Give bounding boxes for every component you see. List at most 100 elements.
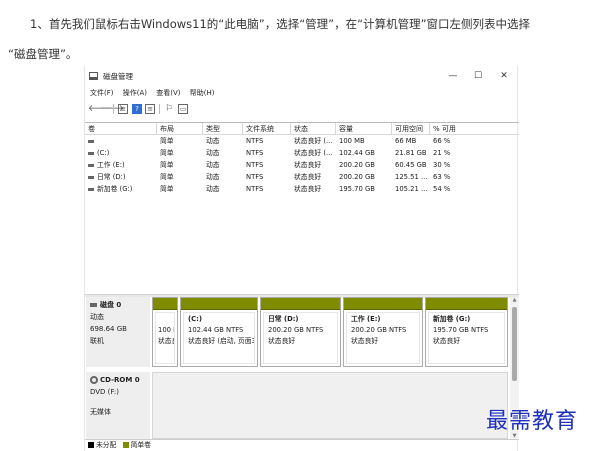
menu-help[interactable]: 帮助(H) — [190, 87, 215, 100]
maximize-button[interactable]: ☐ — [470, 69, 486, 83]
partition-e[interactable]: 工作 (E:) 200.20 GB NTFS 状态良好 — [343, 297, 423, 367]
cell-filesystem: NTFS — [246, 149, 264, 157]
cdrom-0-empty-area[interactable] — [152, 372, 508, 439]
cell-volume-wrap: 日常 (D:) — [85, 171, 157, 183]
disk-0-size: 698.64 GB — [90, 325, 127, 333]
cell-layout: 简单 — [160, 161, 174, 169]
cell-status: 状态良好 (... — [294, 137, 333, 145]
disk-management-window: 磁盘管理 — ☐ ✕ 文件(F) 操作(A) 查看(V) 帮助(H) 🡐 🡒 ≡… — [84, 66, 519, 451]
menu-file[interactable]: 文件(F) — [90, 87, 114, 100]
simple-volume-bar — [261, 298, 340, 310]
table-row[interactable]: 日常 (D:) 简单 动态 NTFS 状态良好 200.20 GB 125.51 ... 63… — [85, 171, 519, 183]
col-status[interactable]: 状态 — [291, 123, 336, 135]
article-line-1: 1、首先我们鼠标右击Windows11的“此电脑”，选择“管理”，在“计算机管理… — [30, 17, 531, 31]
forward-arrow-icon[interactable]: 🡒 — [100, 104, 124, 114]
partition-status: 状态良好 — [433, 337, 461, 345]
toolbar: 🡐 🡒 ≡ ? ≡ ⚐ ▭ — [85, 102, 519, 116]
cell-free-space: 125.51 ... — [395, 173, 428, 181]
cdrom-0-label[interactable]: CD-ROM 0 DVD (F:) 无媒体 — [86, 372, 150, 439]
table-row[interactable]: 工作 (E:) 简单 动态 NTFS 状态良好 200.20 GB 60.45 GB 30 % — [85, 159, 519, 171]
close-button[interactable]: ✕ — [496, 69, 512, 83]
disk-0-status: 联机 — [90, 337, 104, 345]
col-type[interactable]: 类型 — [203, 123, 243, 135]
partition-c[interactable]: (C:) 102.44 GB NTFS 状态良好 (启动, 页面3 — [180, 297, 258, 367]
disk-management-app-icon — [89, 72, 98, 80]
partition-status: 状态良好 (启动, 页面3 — [188, 337, 255, 345]
simple-volume-bar — [153, 298, 177, 310]
volume-list-header: 卷 布局 类型 文件系统 状态 容量 可用空间 % 可用 — [85, 123, 519, 135]
cell-capacity: 100 MB — [339, 137, 365, 145]
cell-filesystem: NTFS — [246, 185, 264, 193]
cdrom-0-drive: DVD (F:) — [90, 388, 119, 396]
volume-icon — [88, 139, 94, 143]
partition-size: 195.70 GB NTFS — [433, 326, 489, 334]
scroll-up-arrow-icon[interactable]: ▲ — [510, 297, 519, 303]
cell-percent-free: 54 % — [433, 185, 451, 193]
cdrom-0-name: CD-ROM 0 — [100, 376, 140, 384]
partition-size: 200.20 GB NTFS — [351, 326, 407, 334]
col-layout[interactable]: 布局 — [157, 123, 203, 135]
action-icon[interactable]: ⚐ — [164, 104, 174, 114]
cell-type: 动态 — [206, 161, 220, 169]
volume-icon — [88, 163, 94, 167]
menu-view[interactable]: 查看(V) — [156, 87, 180, 100]
cell-free-space: 105.21 ... — [395, 185, 428, 193]
cell-capacity: 200.20 GB — [339, 161, 375, 169]
cell-type: 动态 — [206, 149, 220, 157]
volume-icon — [88, 175, 94, 179]
scrollbar-thumb[interactable] — [512, 307, 517, 381]
table-row[interactable]: 简单 动态 NTFS 状态良好 (... 100 MB 66 MB 66 % — [85, 135, 519, 147]
cell-capacity: 195.70 GB — [339, 185, 375, 193]
col-volume[interactable]: 卷 — [85, 123, 157, 135]
cell-status: 状态良好 — [294, 185, 322, 193]
cell-percent-free: 66 % — [433, 137, 451, 145]
minimize-button[interactable]: — — [445, 69, 461, 83]
disk-0-label[interactable]: 磁盘 0 动态 698.64 GB 联机 — [86, 297, 150, 367]
cell-type: 动态 — [206, 137, 220, 145]
col-capacity[interactable]: 容量 — [336, 123, 392, 135]
legend-unallocated: 未分配 — [96, 441, 117, 449]
simple-volume-swatch — [122, 442, 129, 448]
partition-title: 日常 (D:) — [268, 315, 299, 323]
cell-type: 动态 — [206, 185, 220, 193]
partition-title: (C:) — [188, 315, 202, 323]
partition-status: 状态良好 — [351, 337, 379, 345]
cell-status: 状态良好 — [294, 173, 322, 181]
cell-filesystem: NTFS — [246, 173, 264, 181]
cell-status: 状态良好 (... — [294, 149, 333, 157]
cell-layout: 简单 — [160, 149, 174, 157]
partition-g[interactable]: 新加卷 (G:) 195.70 GB NTFS 状态良好 — [425, 297, 508, 367]
console-tree-icon[interactable]: ≡ — [118, 104, 128, 114]
help-icon[interactable]: ? — [132, 104, 142, 114]
cdrom-0-status: 无媒体 — [90, 408, 111, 416]
cell-layout: 简单 — [160, 173, 174, 181]
cell-volume: 工作 (E:) — [97, 161, 125, 169]
col-percent-free[interactable]: % 可用 — [430, 123, 519, 135]
table-row[interactable]: 新加卷 (G:) 简单 动态 NTFS 状态良好 195.70 GB 105.21 ... 5… — [85, 183, 519, 195]
table-row[interactable]: (C:) 简单 动态 NTFS 状态良好 (... 102.44 GB 21.81 GB 21… — [85, 147, 519, 159]
cell-status: 状态良好 — [294, 161, 322, 169]
partition-status: 状态良 — [158, 337, 174, 345]
partition-system-reserved[interactable]: 100 M 状态良 — [152, 297, 178, 367]
menu-action[interactable]: 操作(A) — [123, 87, 147, 100]
properties-icon[interactable]: ≡ — [145, 104, 155, 114]
show-pane-icon[interactable]: ▭ — [178, 104, 188, 114]
title-bar: 磁盘管理 — ☐ ✕ — [85, 66, 519, 86]
back-arrow-icon[interactable]: 🡐 — [88, 104, 112, 114]
legend: 未分配 简单卷 — [85, 439, 519, 451]
volume-icon — [88, 151, 94, 155]
volume-rows: 简单 动态 NTFS 状态良好 (... 100 MB 66 MB 66 % (C:) 简单 动态… — [85, 135, 519, 195]
volume-list: 卷 布局 类型 文件系统 状态 容量 可用空间 % 可用 简单 动态 NTFS 状态良… — [85, 122, 519, 195]
cell-free-space: 21.81 GB — [395, 149, 427, 157]
col-filesystem[interactable]: 文件系统 — [243, 123, 291, 135]
partition-d[interactable]: 日常 (D:) 200.20 GB NTFS 状态良好 — [260, 297, 341, 367]
cell-filesystem: NTFS — [246, 137, 264, 145]
cd-rom-icon — [90, 376, 98, 384]
legend-simple-volume: 简单卷 — [130, 441, 151, 449]
cell-volume: 新加卷 (G:) — [97, 185, 133, 193]
article-line-2: “磁盘管理”。 — [8, 47, 78, 61]
cell-capacity: 102.44 GB — [339, 149, 375, 157]
volume-icon — [88, 187, 94, 191]
col-free-space[interactable]: 可用空间 — [392, 123, 430, 135]
partition-title: 工作 (E:) — [351, 315, 381, 323]
